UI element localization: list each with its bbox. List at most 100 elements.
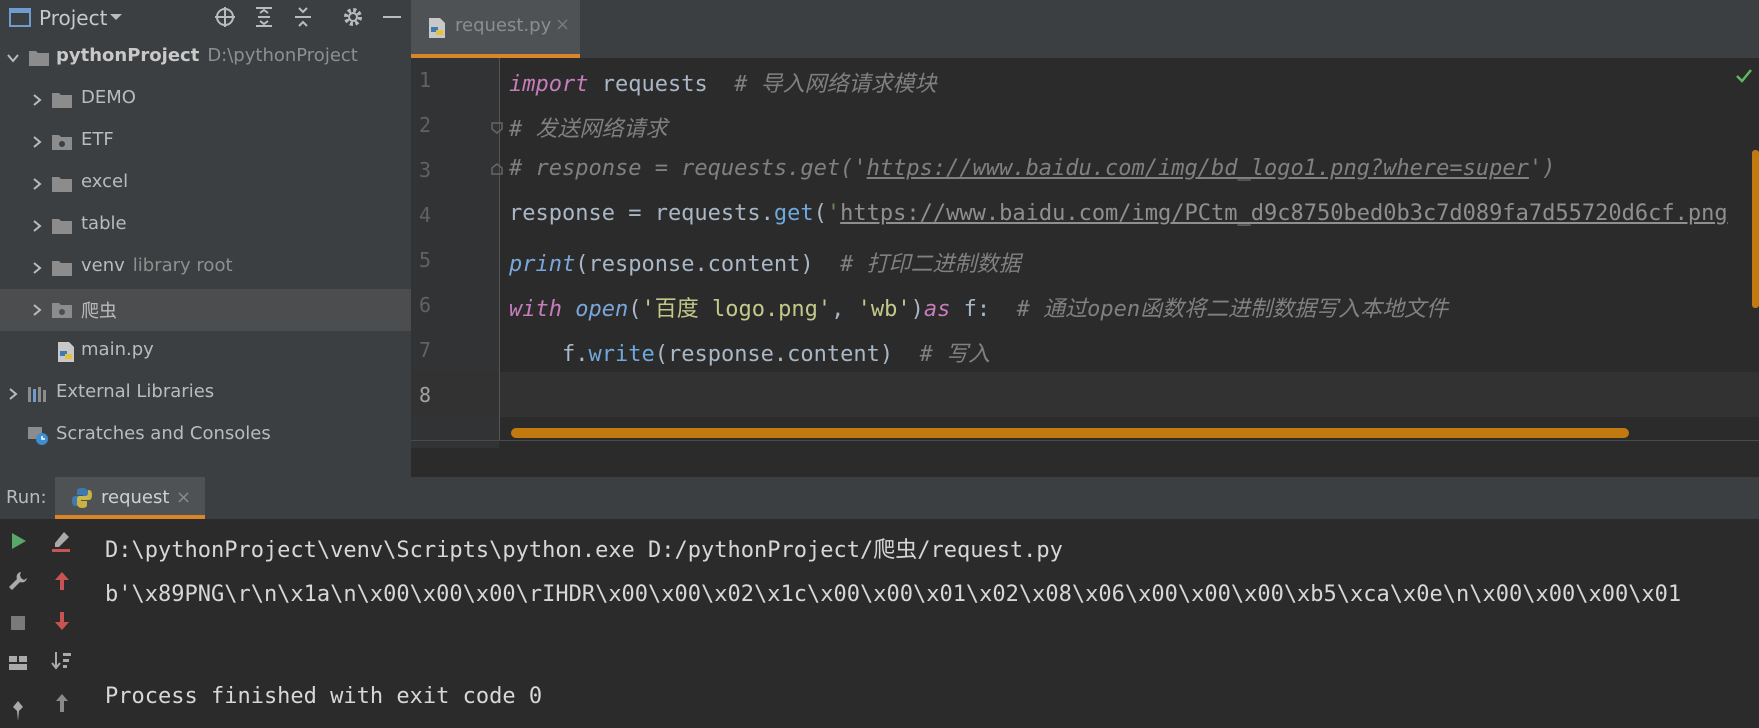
tree-root-name: pythonProject	[56, 45, 200, 66]
collapse-all-icon[interactable]	[291, 5, 315, 29]
project-panel-header: Project	[0, 0, 411, 34]
chevron-right-icon[interactable]	[30, 135, 44, 149]
tree-item-crawler[interactable]: 爬虫	[0, 289, 411, 331]
line-number: 2	[419, 113, 432, 137]
clear-console-icon[interactable]	[50, 529, 74, 553]
comment-url-link[interactable]: https://www.baidu.com/img/bd_logo1.png?w…	[867, 156, 1529, 181]
layout-icon[interactable]	[6, 651, 30, 675]
folder-icon	[29, 51, 49, 66]
code-line-7[interactable]: f.write(response.content) # 写入	[509, 336, 990, 368]
code-token: (	[628, 297, 642, 322]
arrow-up-icon[interactable]	[50, 569, 74, 593]
fold-marker-icon[interactable]	[490, 121, 504, 135]
tree-item-table[interactable]: table	[0, 205, 411, 247]
tree-item-label: ETF	[81, 129, 114, 150]
external-libraries-label: External Libraries	[56, 381, 215, 402]
chevron-right-icon[interactable]	[6, 387, 20, 401]
sort-icon[interactable]	[50, 649, 74, 673]
code-line-5[interactable]: print(response.content) # 打印二进制数据	[509, 246, 1021, 278]
chevron-right-icon[interactable]	[30, 219, 44, 233]
run-toolbar	[0, 519, 48, 728]
rerun-icon[interactable]	[6, 529, 30, 553]
chevron-down-icon[interactable]	[106, 7, 126, 27]
gutter-separator	[499, 58, 500, 440]
line-number: 1	[419, 68, 432, 92]
code-token: f.	[509, 342, 589, 367]
horizontal-scrollbar[interactable]	[511, 428, 1629, 438]
project-panel-title[interactable]: Project	[39, 6, 107, 30]
code-comment: ')	[1528, 156, 1556, 181]
python-icon	[72, 488, 92, 508]
pin-icon[interactable]	[6, 699, 30, 723]
editor-tab-bar: request.py ×	[411, 0, 1759, 58]
code-string: '百度 logo.png'	[641, 297, 832, 322]
editor-panel: request.py × 1 2 3 4 5 6 7 8 import requ…	[411, 0, 1759, 477]
tree-item-label: 爬虫	[81, 301, 117, 322]
run-panel-header: Run: request ×	[0, 477, 1759, 519]
tree-item-label: excel	[81, 171, 129, 192]
code-line-4[interactable]: response = requests.get('https://www.bai…	[509, 201, 1728, 226]
keyword-import: import	[509, 72, 589, 97]
code-comment: # 通过open函数将二进制数据写入本地文件	[1016, 297, 1449, 322]
fold-marker-icon[interactable]	[490, 162, 504, 176]
run-label: Run:	[6, 487, 47, 508]
library-root-tag: library root	[132, 255, 233, 276]
run-tab-request[interactable]: request ×	[55, 477, 205, 519]
scroll-up-icon[interactable]	[50, 691, 74, 715]
scratches-label: Scratches and Consoles	[56, 423, 271, 444]
tree-root-pythonproject[interactable]: pythonProject D:\pythonProject	[0, 37, 411, 79]
tree-item-etf[interactable]: ETF	[0, 121, 411, 163]
project-panel: Project pythonProject D:\pythonProject D…	[0, 0, 411, 477]
arrow-down-icon[interactable]	[50, 609, 74, 633]
code-comment: # 导入网络请求模块	[734, 72, 937, 97]
tree-item-scratches[interactable]: Scratches and Consoles	[0, 415, 411, 457]
code-token: ,	[831, 297, 858, 322]
tab-request-py[interactable]: request.py ×	[411, 0, 580, 58]
locate-icon[interactable]	[213, 5, 237, 29]
code-line-1[interactable]: import requests # 导入网络请求模块	[509, 66, 937, 98]
check-icon[interactable]	[1734, 66, 1754, 86]
tree-item-label: DEMO	[81, 87, 136, 108]
builtin-open: open	[575, 297, 629, 322]
code-line-6[interactable]: with open('百度 logo.png', 'wb')as f: # 通过…	[509, 291, 1448, 323]
tree-item-label: table	[81, 213, 127, 234]
package-folder-icon	[52, 303, 72, 318]
minimize-icon[interactable]	[380, 5, 404, 29]
console-toolbar	[48, 519, 96, 728]
run-panel: Run: request × D:\pythonProject\venv\Scr…	[0, 477, 1759, 728]
string-url-link[interactable]: https://www.baidu.com/img/PCtm_d9c8750be…	[840, 201, 1727, 226]
tree-item-external-libraries[interactable]: External Libraries	[0, 373, 411, 415]
stop-icon[interactable]	[6, 611, 30, 635]
chevron-right-icon[interactable]	[30, 93, 44, 107]
chevron-right-icon[interactable]	[30, 177, 44, 191]
chevron-right-icon[interactable]	[30, 261, 44, 275]
console-output-line: Process finished with exit code 0	[105, 684, 543, 709]
vertical-scrollbar[interactable]	[1752, 150, 1759, 308]
chevron-down-icon[interactable]	[6, 51, 20, 65]
code-token: (	[813, 201, 827, 226]
code-string: '	[826, 201, 841, 226]
tree-item-main-py[interactable]: main.py	[0, 331, 411, 373]
folder-icon	[52, 219, 72, 234]
wrench-icon[interactable]	[6, 569, 30, 593]
expand-all-icon[interactable]	[252, 5, 276, 29]
code-token: (response.content)	[575, 252, 841, 277]
gear-icon[interactable]	[341, 5, 365, 29]
line-number: 8	[419, 383, 432, 407]
code-string: 'wb'	[857, 297, 911, 322]
code-line-3[interactable]: # response = requests.get('https://www.b…	[509, 156, 1555, 181]
editor-bottom-border	[411, 440, 1759, 441]
tree-item-excel[interactable]: excel	[0, 163, 411, 205]
line-number: 3	[419, 158, 432, 182]
tree-item-venv[interactable]: venv library root	[0, 247, 411, 289]
code-line-2[interactable]: # 发送网络请求	[509, 111, 668, 143]
console-output-line: D:\pythonProject\venv\Scripts\python.exe…	[105, 538, 1063, 563]
builtin-print: print	[509, 252, 576, 277]
tree-item-demo[interactable]: DEMO	[0, 79, 411, 121]
run-tab-close-button[interactable]: ×	[176, 487, 191, 508]
keyword-as: as	[923, 297, 951, 322]
chevron-right-icon[interactable]	[30, 303, 44, 317]
tree-root-path: D:\pythonProject	[207, 45, 358, 66]
code-method: write	[588, 342, 655, 367]
tab-close-button[interactable]: ×	[555, 14, 570, 35]
